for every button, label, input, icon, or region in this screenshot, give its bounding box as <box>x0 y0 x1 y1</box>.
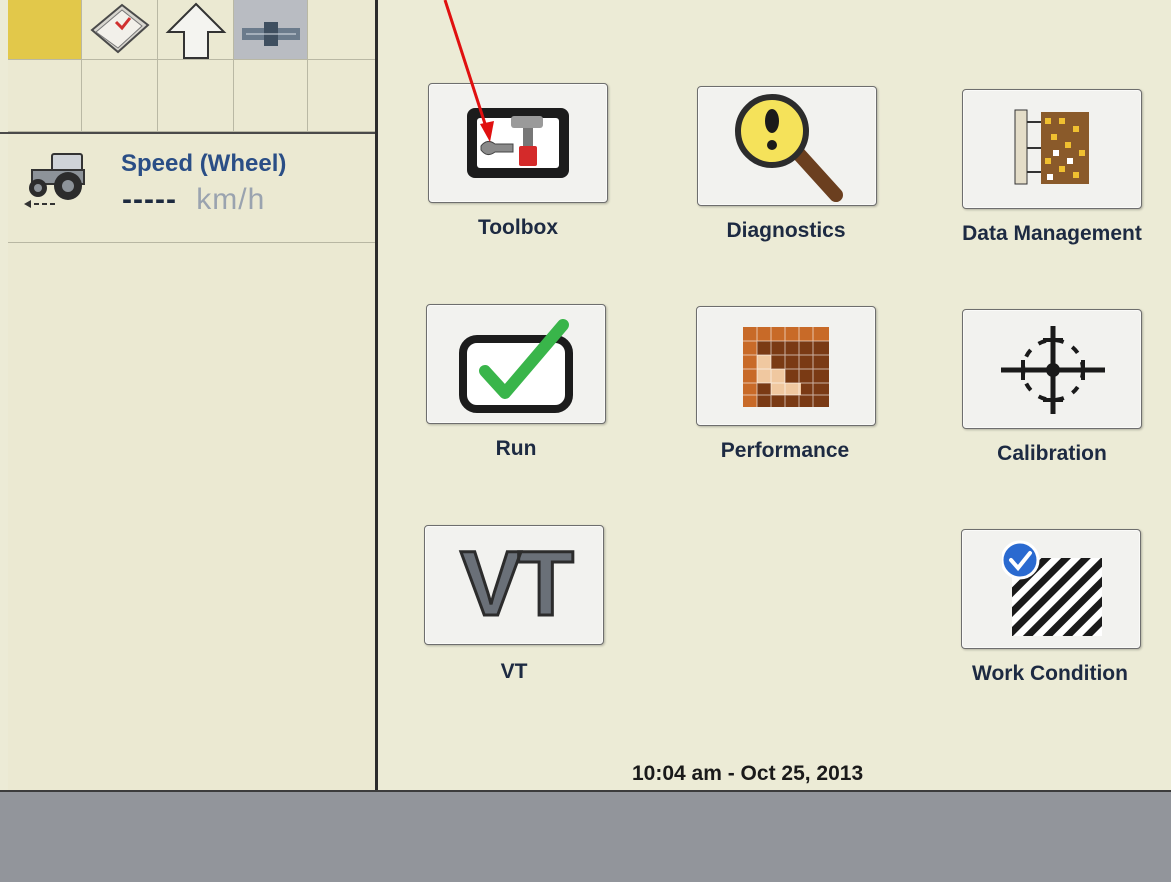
speed-readout: ----- km/h <box>122 183 265 217</box>
gps-tile[interactable] <box>234 0 308 60</box>
work-condition-button[interactable] <box>961 529 1141 649</box>
diagnostics-label: Diagnostics <box>726 219 846 242</box>
up-arrow-icon <box>165 2 227 59</box>
empty-tile[interactable] <box>308 60 378 132</box>
performance-label: Performance <box>720 439 850 462</box>
book-tile[interactable] <box>82 0 158 60</box>
speed-title: Speed (Wheel) <box>121 150 287 177</box>
toolbox-icon <box>463 102 573 184</box>
checkmark-icon <box>457 319 581 415</box>
yellow-tile[interactable] <box>8 0 82 60</box>
satellite-icon <box>242 22 300 46</box>
vt-label: VT <box>500 660 528 683</box>
vt-letters-icon: VT <box>425 533 605 636</box>
arrow-tile[interactable] <box>158 0 234 60</box>
empty-tile[interactable] <box>82 60 158 132</box>
datetime-status: 10:04 am - Oct 25, 2013 <box>632 762 864 785</box>
empty-tile[interactable] <box>308 0 378 60</box>
speed-value: ----- <box>122 183 177 216</box>
bottom-bar <box>0 790 1171 882</box>
heatmap-icon <box>741 325 831 409</box>
run-label: Run <box>495 437 537 460</box>
speed-unit: km/h <box>196 183 266 216</box>
run-button[interactable] <box>426 304 606 424</box>
shortcut-tile-grid <box>0 0 378 134</box>
toolbox-button[interactable] <box>428 83 608 203</box>
calibration-button[interactable] <box>962 309 1142 429</box>
toolbox-label: Toolbox <box>477 216 559 239</box>
diagnostics-button[interactable] <box>697 86 877 206</box>
book-icon <box>90 3 150 54</box>
empty-tile[interactable] <box>158 60 234 132</box>
magnifier-warning-icon <box>728 91 848 203</box>
data-management-label: Data Management <box>962 222 1142 245</box>
data-management-button[interactable] <box>962 89 1142 209</box>
vt-letters: VT <box>459 533 576 636</box>
empty-tile[interactable] <box>8 60 82 132</box>
display-screen: Speed (Wheel) ----- km/h Toolbox Diagnos… <box>0 0 1171 882</box>
data-grid-icon <box>1009 108 1093 188</box>
crosshair-icon <box>995 320 1111 420</box>
empty-tile[interactable] <box>234 60 308 132</box>
vt-button[interactable]: VT <box>424 525 604 645</box>
pane-divider <box>375 0 378 790</box>
calibration-label: Calibration <box>997 442 1107 465</box>
performance-button[interactable] <box>696 306 876 426</box>
tractor-icon <box>22 150 94 215</box>
hatched-check-icon <box>1002 538 1106 638</box>
work-condition-label: Work Condition <box>972 662 1128 685</box>
